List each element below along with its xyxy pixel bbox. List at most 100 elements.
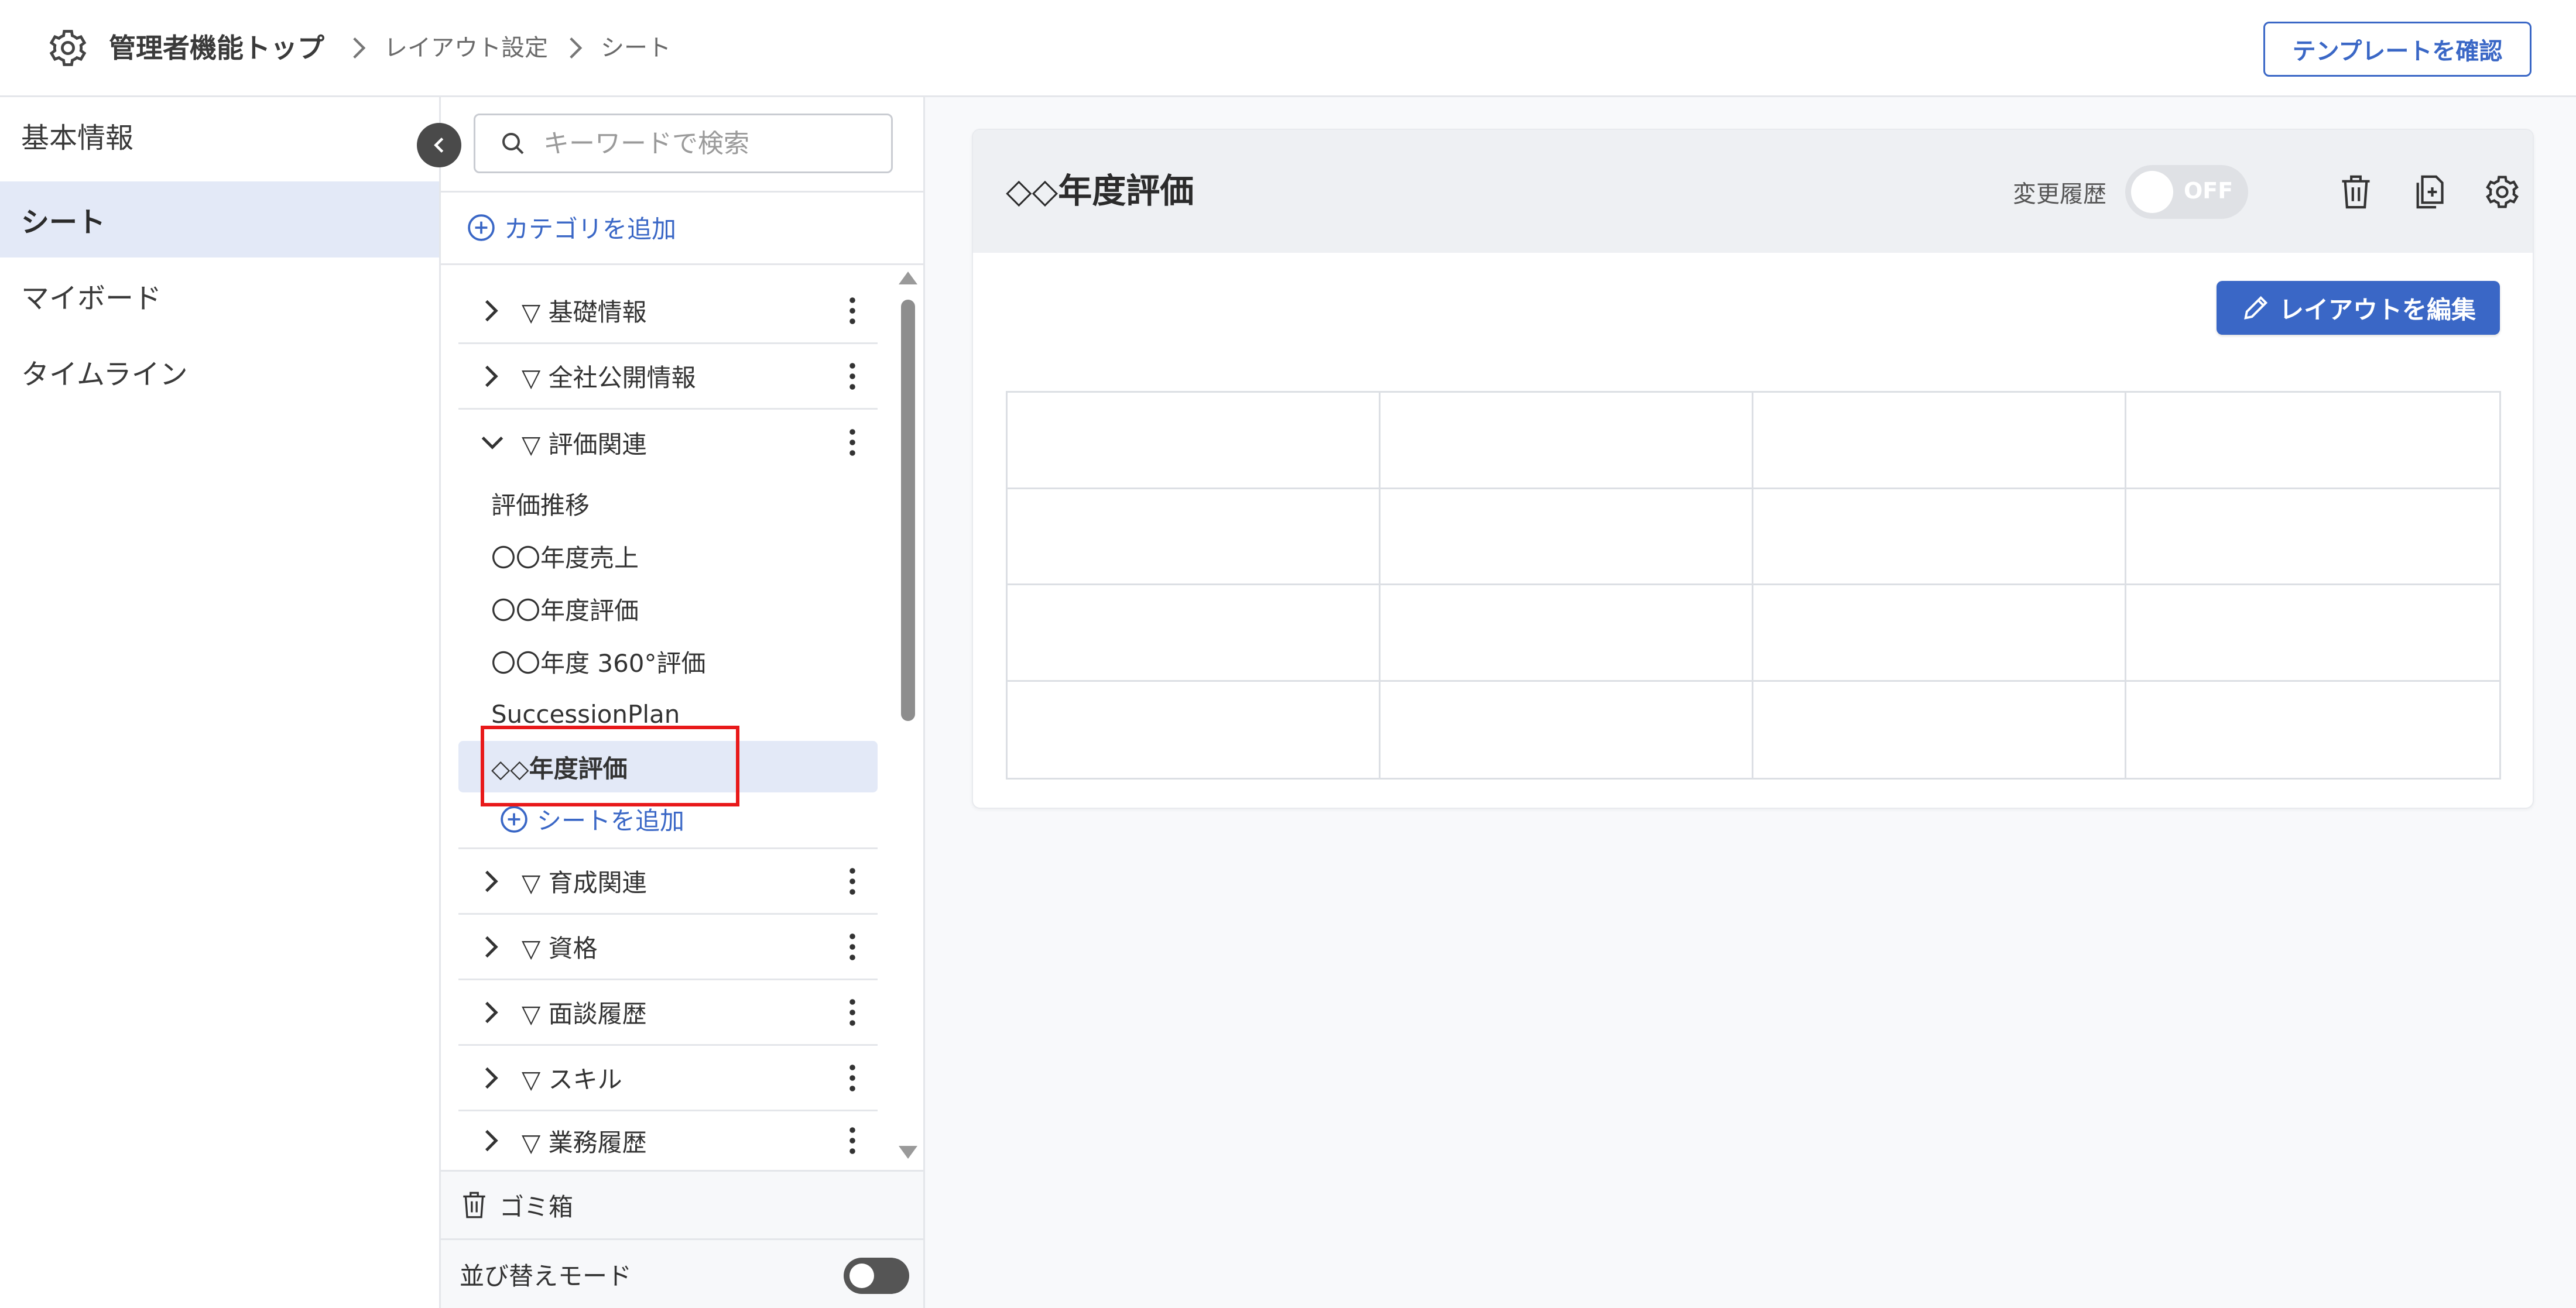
pencil-icon [2244,296,2268,320]
add-category-label: カテゴリを追加 [504,215,677,243]
grid-cell [2126,682,2499,778]
grid-cell [2126,489,2499,585]
kebab-icon[interactable] [848,998,857,1027]
category-row[interactable]: ▽ 業務履歴 [458,1111,878,1170]
kebab-icon[interactable] [848,1127,857,1155]
toggle-knob [849,1264,874,1288]
sheet-item-selected[interactable]: ◇◇年度評価 [458,741,878,792]
chevron-right-icon[interactable] [479,1065,503,1091]
history-toggle-state: OFF [2184,178,2234,204]
main-content: ◇◇年度評価 変更履歴 OFF レイアウトを編集 [925,97,2576,1308]
category-label: ▽ 資格 [522,934,598,963]
chevron-right-icon[interactable] [479,934,503,960]
chevron-right-icon[interactable] [479,298,503,324]
sheet-item[interactable]: 〇〇年度 360°評価 [458,636,878,687]
category-label: ▽ 育成関連 [522,868,647,897]
kebab-icon[interactable] [848,428,857,456]
breadcrumb-sheet: シート [601,35,671,61]
grid-cell [1381,489,1753,585]
trash-icon [463,1192,485,1218]
left-nav: 基本情報 シート マイボード タイムライン [0,97,439,1308]
category-row[interactable]: ▽ 全社公開情報 [458,344,878,410]
collapse-sidebar-button[interactable] [417,123,461,167]
sheet-item[interactable]: 〇〇年度評価 [458,583,878,634]
trash-icon[interactable] [2337,172,2375,212]
scroll-down-arrow[interactable] [899,1146,917,1159]
sheet-card-header: ◇◇年度評価 変更履歴 OFF [973,130,2533,253]
add-sheet-button[interactable]: シートを追加 [499,801,684,837]
divider [441,263,923,265]
history-label: 変更履歴 [2013,181,2106,208]
scroll-up-arrow[interactable] [899,272,917,284]
category-row[interactable]: ▽ 資格 [458,915,878,980]
chevron-down-icon[interactable] [479,431,505,454]
grid-cell [1753,585,2126,682]
chevron-right-icon[interactable] [479,363,503,389]
grid-cell [1753,393,2126,489]
divider [441,191,923,193]
scrollbar-thumb[interactable] [901,300,915,721]
category-row[interactable]: ▽ スキル [458,1046,878,1111]
breadcrumb-admin-top[interactable]: 管理者機能トップ [109,30,324,66]
settings-icon[interactable] [2483,172,2521,212]
chevron-right-icon [570,37,583,59]
nav-item-timeline[interactable]: タイムライン [0,334,439,410]
category-label: ▽ 基礎情報 [522,298,647,327]
edit-layout-button[interactable]: レイアウトを編集 [2217,281,2500,335]
add-category-button[interactable]: カテゴリを追加 [467,210,676,245]
search-icon [502,133,524,155]
check-template-button[interactable]: テンプレートを確認 [2263,22,2532,77]
sheet-item[interactable]: 〇〇年度売上 [458,530,878,582]
sheet-card: ◇◇年度評価 変更履歴 OFF レイアウトを編集 [972,129,2534,809]
kebab-icon[interactable] [848,297,857,325]
grid-cell [2126,585,2499,682]
grid-cell [2126,393,2499,489]
breadcrumb-layout-settings[interactable]: レイアウト設定 [384,33,548,63]
sort-mode-label: 並び替えモード [460,1261,632,1290]
nav-item-myboard[interactable]: マイボード [0,258,439,334]
category-row[interactable]: ▽ 面談履歴 [458,980,878,1046]
search-box[interactable] [474,114,893,173]
plus-circle-icon [468,214,495,241]
grid-cell [1381,393,1753,489]
top-header: 管理者機能トップ レイアウト設定 シート テンプレートを確認 [0,0,2576,97]
toggle-knob [2131,171,2173,213]
plus-circle-icon [501,805,527,833]
edit-layout-label: レイアウトを編集 [2279,295,2476,324]
kebab-icon[interactable] [848,1064,857,1092]
add-sheet-label: シートを追加 [537,806,685,835]
category-label: ▽ 業務履歴 [522,1128,647,1157]
history-toggle[interactable]: OFF [2125,165,2248,219]
chevron-right-icon[interactable] [479,868,503,894]
category-label: ▽ 全社公開情報 [522,363,696,392]
chevron-right-icon[interactable] [479,1000,503,1025]
grid-cell [1753,681,2126,778]
trash-label: ゴミ箱 [499,1192,574,1221]
grid-cell [1381,585,1753,682]
sort-mode-toggle[interactable] [844,1258,909,1294]
kebab-icon[interactable] [848,867,857,895]
nav-item-sheet[interactable]: シート [0,181,439,258]
gear-icon[interactable] [47,27,89,69]
grid-cell [1753,489,2126,585]
copy-add-icon[interactable] [2410,172,2447,212]
category-row[interactable]: ▽ 育成関連 [458,849,878,915]
trash-row[interactable]: ゴミ箱 [441,1170,923,1240]
grid-cell [1008,681,1381,778]
kebab-icon[interactable] [848,362,857,390]
chevron-left-icon [434,138,444,153]
category-label: ▽ スキル [522,1065,622,1094]
chevron-right-icon[interactable] [479,1128,503,1153]
sort-mode-row: 並び替えモード [441,1240,923,1308]
grid-cell [1008,489,1381,585]
category-row[interactable]: ▽ 基礎情報 [458,279,878,344]
kebab-icon[interactable] [848,933,857,961]
layout-grid [1006,391,2501,780]
sheet-title: ◇◇年度評価 [1006,171,1194,211]
category-row-expanded[interactable]: ▽ 評価関連 [458,410,878,475]
sheet-item[interactable]: SuccessionPlan [458,688,878,740]
sheet-item[interactable]: 評価推移 [458,478,878,529]
nav-item-basic-info[interactable]: 基本情報 [0,97,439,173]
sheet-list-panel: カテゴリを追加 ▽ 基礎情報 ▽ 全社公開情報 ▽ 評価関連 評価推移 〇〇年度… [439,97,925,1308]
search-input[interactable] [543,128,871,159]
